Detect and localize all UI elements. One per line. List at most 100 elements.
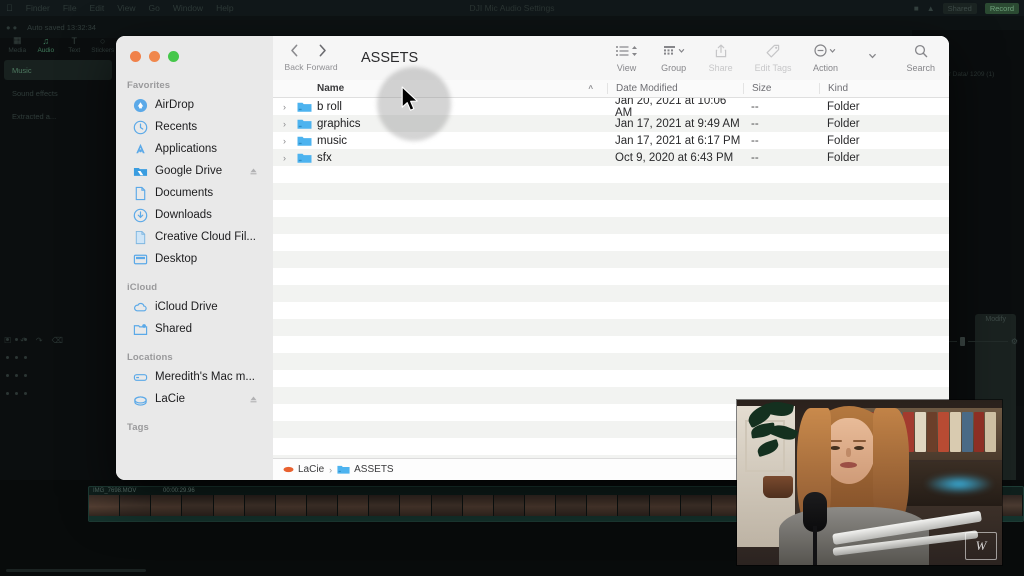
disclosure-triangle-icon[interactable]: › [283,153,292,163]
minimize-button[interactable] [149,51,160,62]
bg-sidebar-item-extracted-audio[interactable]: Extracted a... [4,106,112,126]
close-button[interactable] [130,51,141,62]
apple-menu-icon[interactable]:  [6,3,13,13]
bg-track-row[interactable] [0,330,64,348]
tab-stickers[interactable]: ○ Stickers [90,36,117,56]
macos-menu-bar:  Finder File Edit View Go Window Help D… [0,0,1024,16]
disclosure-triangle-icon[interactable]: › [283,119,292,129]
media-icon: ▦ [4,35,31,46]
timeline-clip-name: IMG_7698.MOV [93,488,136,494]
status-icon-wifi[interactable]: ▲ [927,4,935,13]
tab-audio-label: Audio [37,47,54,54]
sidebar-downloads-label: Downloads [155,209,258,221]
menu-bar-status-icons: ■ ▲ Shared Record [914,3,1019,14]
table-row[interactable]: ›b rollJan 20, 2021 at 10:06 AM--Folder [273,98,949,115]
menubar-record-chip[interactable]: Record [985,3,1019,14]
menu-item-go[interactable]: Go [148,3,159,13]
disclosure-triangle-icon[interactable]: › [283,136,292,146]
back-button[interactable]: Back [281,44,307,72]
chevron-down-icon [829,45,836,57]
empty-row [273,234,949,251]
tab-media[interactable]: ▦ Media [4,35,31,56]
slider-knob[interactable] [960,337,965,346]
row-date-cell: Jan 17, 2021 at 6:17 PM [607,135,743,147]
sidebar-item-recents[interactable]: Recents [122,116,267,138]
download-icon [133,208,148,223]
forward-button[interactable]: Forward [309,44,335,72]
bg-sidebar-sfx-label: Sound effects [12,89,58,98]
row-date-cell: Oct 9, 2020 at 6:43 PM [607,152,743,164]
action-button-label: Action [813,63,838,73]
row-name-cell: ›b roll [273,101,607,113]
tab-text[interactable]: T Text [61,36,88,56]
empty-row [273,251,949,268]
document-icon [133,186,148,201]
row-name-label: sfx [317,152,332,164]
maximize-button[interactable] [168,51,179,62]
bg-sidebar-item-sound-effects[interactable]: Sound effects [4,83,112,103]
sidebar-item-creative-cloud-files[interactable]: Creative Cloud Fil... [122,226,267,248]
sidebar-item-meredith-mac[interactable]: Meredith's Mac m... [122,366,267,388]
view-button[interactable]: View [614,43,640,73]
breadcrumb-lacie[interactable]: LaCie [283,464,324,475]
sidebar-item-documents[interactable]: Documents [122,182,267,204]
bg-track-row[interactable] [0,366,64,384]
breadcrumb-assets[interactable]: ASSETS [337,464,393,475]
empty-row [273,319,949,336]
disclosure-triangle-icon[interactable]: › [283,102,292,112]
bg-track-row[interactable] [0,384,64,402]
external-drive-icon [133,392,148,407]
sidebar-group-tags-title: Tags [116,422,273,436]
column-header-date-modified[interactable]: Date Modified [607,83,743,94]
search-button[interactable]: Search [906,43,935,73]
eye-right [854,446,864,450]
icloud-icon [133,300,148,315]
column-header-size[interactable]: Size [743,83,819,94]
menu-item-finder[interactable]: Finder [26,3,50,13]
sidebar-item-shared[interactable]: Shared [122,318,267,340]
action-button[interactable]: Action [812,43,838,73]
toolbar-overflow-button[interactable] [859,48,885,68]
status-icon-battery[interactable]: ■ [914,4,919,13]
column-header-name[interactable]: Name ^ [273,83,607,94]
menu-item-window[interactable]: Window [173,3,203,13]
row-date-cell: Jan 20, 2021 at 10:06 AM [607,98,743,119]
table-row[interactable]: ›sfxOct 9, 2020 at 6:43 PM--Folder [273,149,949,166]
eject-icon[interactable] [249,395,258,404]
breadcrumb-assets-label: ASSETS [354,464,393,475]
bg-sidebar-item-music[interactable]: Music [4,60,112,80]
sidebar-item-airdrop[interactable]: AirDrop [122,94,267,116]
bg-sidebar-music-label: Music [12,66,32,75]
row-kind-cell: Folder [819,101,949,113]
sidebar-item-lacie[interactable]: LaCie [122,388,267,410]
sidebar-item-icloud-drive[interactable]: iCloud Drive [122,296,267,318]
table-row[interactable]: ›musicJan 17, 2021 at 6:17 PM--Folder [273,132,949,149]
sidebar-creative-cloud-label: Creative Cloud Fil... [155,231,258,243]
breadcrumb-separator: › [329,465,332,475]
tab-audio[interactable]: ♫ Audio [33,36,60,56]
table-row[interactable]: ›graphicsJan 17, 2021 at 9:49 AM--Folder [273,115,949,132]
sidebar-item-applications[interactable]: Applications [122,138,267,160]
eject-icon[interactable] [249,167,258,176]
share-button[interactable]: Share [708,43,734,73]
sidebar-item-downloads[interactable]: Downloads [122,204,267,226]
menu-item-edit[interactable]: Edit [90,3,105,13]
window-title: ASSETS [361,50,418,66]
group-button[interactable]: Group [661,43,687,73]
edit-tags-button[interactable]: Edit Tags [755,43,792,73]
bg-settings-icon[interactable]: ⚙ [1011,337,1018,346]
menu-item-help[interactable]: Help [216,3,233,13]
menu-item-view[interactable]: View [117,3,135,13]
column-header-name-label: Name [317,83,344,94]
sidebar-item-google-drive[interactable]: Google Drive [122,160,267,182]
empty-row [273,353,949,370]
timeline-scrollbar[interactable] [6,569,146,572]
creative-cloud-file-icon [133,230,148,245]
toolbar-actions: View Group [614,43,949,73]
menu-item-file[interactable]: File [63,3,77,13]
bg-track-dot [6,338,9,341]
bg-track-row[interactable] [0,348,64,366]
sidebar-item-desktop[interactable]: Desktop [122,248,267,270]
column-header-kind[interactable]: Kind [819,83,949,94]
menubar-share-chip[interactable]: Shared [943,3,977,14]
